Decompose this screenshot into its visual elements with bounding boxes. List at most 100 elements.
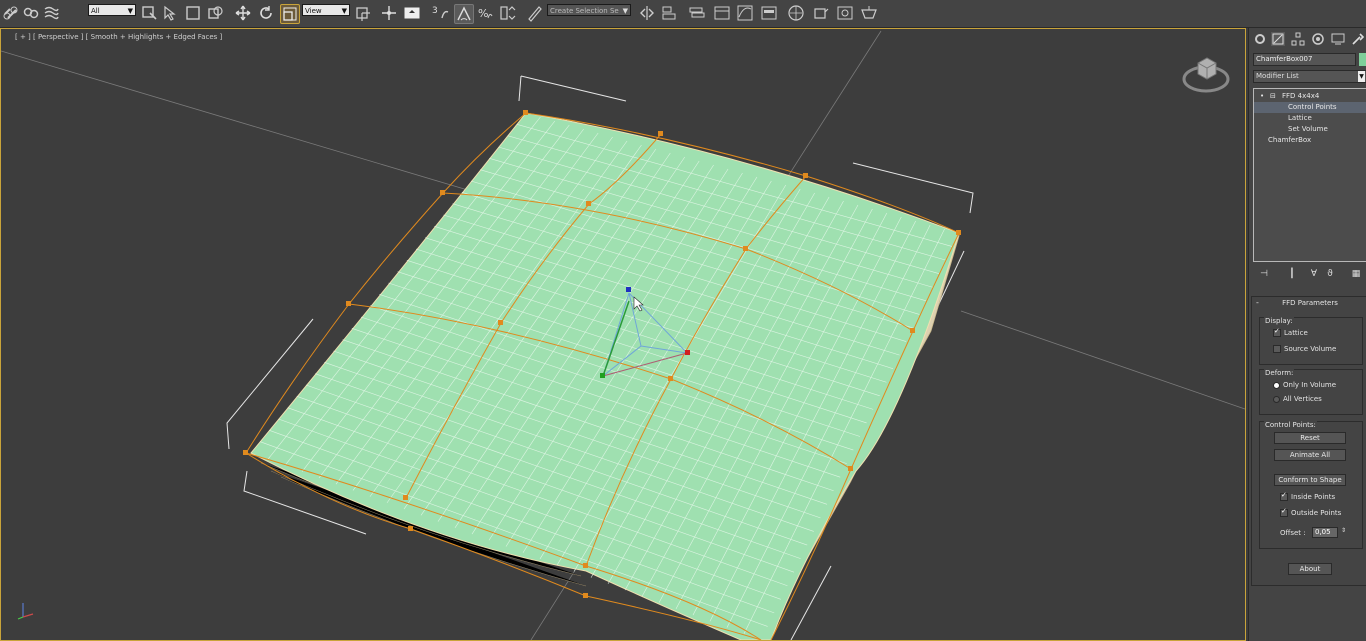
selection-filter-value: All <box>91 7 100 15</box>
stack-item-ffd[interactable]: • ⊟ FFD 4x4x4 <box>1254 91 1366 102</box>
mirror-icon[interactable] <box>638 4 656 22</box>
command-panel-tabs <box>1251 30 1366 50</box>
utilities-tab-icon[interactable] <box>1351 32 1365 46</box>
make-unique-icon[interactable]: ∀ <box>1307 268 1321 280</box>
percent-snap-icon[interactable]: % <box>476 4 494 22</box>
layer-manager-icon[interactable] <box>688 4 706 22</box>
conform-to-shape-button[interactable]: Conform to Shape <box>1274 474 1346 486</box>
snap-toggle-label[interactable]: 3 <box>432 6 438 16</box>
selection-filter-dropdown[interactable]: All ▼ <box>88 4 136 16</box>
stack-item-control-points[interactable]: Control Points <box>1254 102 1366 113</box>
reference-coordinate-dropdown[interactable]: View ▼ <box>302 4 350 16</box>
all-vertices-radio[interactable]: All Vertices <box>1273 395 1322 403</box>
hierarchy-tab-icon[interactable] <box>1291 32 1305 46</box>
radio-unselected[interactable] <box>1273 395 1280 403</box>
pivot-point-icon[interactable] <box>354 4 372 22</box>
align-icon[interactable] <box>660 4 678 22</box>
spinner-snap-icon[interactable] <box>498 4 516 22</box>
render-production-icon[interactable] <box>860 4 878 22</box>
stack-item-set-volume[interactable]: Set Volume <box>1254 124 1366 135</box>
select-by-name-icon[interactable] <box>162 4 180 22</box>
modify-tab-icon[interactable] <box>1271 32 1285 46</box>
move-icon[interactable] <box>234 4 252 22</box>
select-and-link-icon[interactable] <box>22 4 40 22</box>
unlink-icon[interactable] <box>42 4 60 22</box>
only-in-volume-label: Only In Volume <box>1283 381 1337 389</box>
angle-snap-icon[interactable] <box>454 4 474 24</box>
stack-item-label: Set Volume <box>1288 125 1328 133</box>
perspective-viewport[interactable]: [ + ] [ Perspective ] [ Smooth + Highlig… <box>0 28 1246 641</box>
control-points-group-label: Control Points: <box>1264 421 1317 429</box>
edit-named-selections-icon[interactable] <box>526 4 544 22</box>
create-tab-icon[interactable] <box>1253 32 1267 46</box>
command-panel: ChamferBox007 Modifier List ▼ • ⊟ FFD 4x… <box>1248 28 1366 641</box>
stack-buttons: ⊣ ┃ ∀ ϑ ▦ <box>1253 268 1366 282</box>
select-object-icon[interactable] <box>140 4 158 22</box>
show-end-result-icon[interactable]: ┃ <box>1285 268 1299 280</box>
checkbox-unchecked[interactable] <box>1273 345 1281 353</box>
reset-button[interactable]: Reset <box>1274 432 1346 444</box>
inside-points-checkbox[interactable]: Inside Points <box>1280 491 1335 501</box>
about-button[interactable]: About <box>1288 563 1332 575</box>
stack-item-label: Lattice <box>1288 114 1312 122</box>
stack-item-label: FFD 4x4x4 <box>1282 92 1320 100</box>
ffd-parameters-rollout: - FFD Parameters Display: Lattice Source… <box>1251 296 1366 586</box>
source-volume-label: Source Volume <box>1284 345 1337 353</box>
link-icon[interactable] <box>2 4 20 22</box>
named-selection-placeholder: Create Selection Se <box>550 7 619 15</box>
scene-canvas[interactable] <box>1 29 1245 640</box>
deform-group: Deform: <box>1259 369 1363 415</box>
reference-coordinate-value: View <box>305 7 322 15</box>
offset-spinner-field[interactable]: 0,05 <box>1312 527 1338 538</box>
configure-modifier-sets-icon[interactable]: ▦ <box>1349 268 1363 280</box>
scale-icon[interactable] <box>280 4 300 24</box>
chevron-down-icon: ▼ <box>622 7 628 15</box>
checkbox-checked[interactable] <box>1280 491 1288 501</box>
manipulate-icon[interactable] <box>380 4 398 22</box>
checkbox-checked[interactable] <box>1280 507 1288 517</box>
rotate-icon[interactable] <box>257 4 275 22</box>
lattice-label: Lattice <box>1284 329 1308 337</box>
source-volume-checkbox[interactable]: Source Volume <box>1273 345 1336 353</box>
lightbulb-icon[interactable]: • <box>1260 91 1264 102</box>
outside-points-checkbox[interactable]: Outside Points <box>1280 507 1341 517</box>
stack-item-label: Control Points <box>1288 103 1337 111</box>
chevron-down-icon: ▼ <box>127 7 133 15</box>
display-group: Display: <box>1259 317 1363 365</box>
rollout-title[interactable]: FFD Parameters <box>1252 299 1366 307</box>
display-tab-icon[interactable] <box>1331 32 1345 46</box>
chevron-down-icon: ▼ <box>1358 71 1365 82</box>
pin-stack-icon[interactable]: ⊣ <box>1257 268 1271 280</box>
toggle-ribbon-icon[interactable] <box>713 4 731 22</box>
animate-all-button[interactable]: Animate All <box>1274 449 1346 461</box>
checkbox-checked[interactable] <box>1273 327 1281 337</box>
rectangular-selection-icon[interactable] <box>184 4 202 22</box>
spinner-arrows-icon[interactable]: ⇕ <box>1341 527 1346 534</box>
stack-item-chamferbox[interactable]: ChamferBox <box>1254 135 1366 146</box>
window-crossing-icon[interactable] <box>206 4 224 22</box>
lattice-checkbox[interactable]: Lattice <box>1273 327 1308 337</box>
stack-item-lattice[interactable]: Lattice <box>1254 113 1366 124</box>
curve-editor-icon[interactable] <box>736 4 754 22</box>
radio-selected[interactable] <box>1273 381 1280 389</box>
material-editor-icon[interactable] <box>787 4 805 22</box>
render-setup-icon[interactable] <box>812 4 830 22</box>
divider <box>62 4 67 16</box>
viewcube-icon[interactable] <box>1181 49 1231 99</box>
modifier-list-label: Modifier List <box>1256 72 1299 80</box>
named-selection-sets-dropdown[interactable]: Create Selection Se ▼ <box>547 4 631 16</box>
rendered-frame-window-icon[interactable] <box>836 4 854 22</box>
motion-tab-icon[interactable] <box>1311 32 1325 46</box>
all-vertices-label: All Vertices <box>1283 395 1322 403</box>
object-color-swatch[interactable] <box>1359 53 1366 66</box>
schematic-view-icon[interactable] <box>760 4 778 22</box>
expand-minus-icon[interactable]: ⊟ <box>1270 91 1276 102</box>
deform-group-label: Deform: <box>1264 369 1295 377</box>
only-in-volume-radio[interactable]: Only In Volume <box>1273 381 1336 389</box>
display-group-label: Display: <box>1264 317 1294 325</box>
keyboard-shortcut-icon[interactable] <box>403 4 421 22</box>
modifier-stack: • ⊟ FFD 4x4x4 Control Points Lattice Set… <box>1253 88 1366 262</box>
modifier-list-dropdown[interactable]: Modifier List ▼ <box>1253 70 1366 83</box>
object-name-field[interactable]: ChamferBox007 <box>1253 53 1356 66</box>
remove-modifier-icon[interactable]: ϑ <box>1323 268 1337 280</box>
